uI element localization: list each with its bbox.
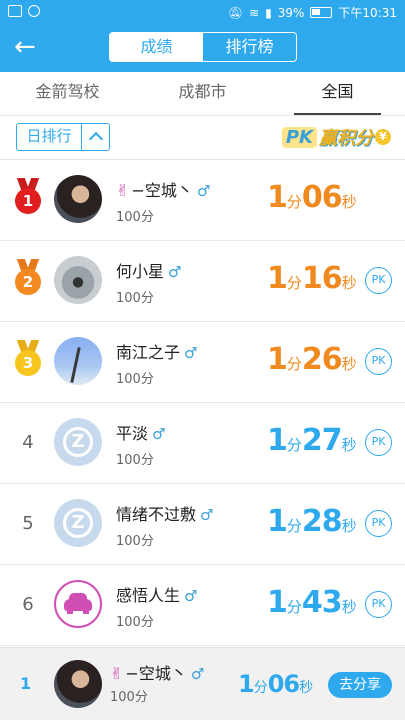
signal-icon: ▮ <box>265 5 272 20</box>
default-avatar-icon: Z <box>63 427 93 457</box>
male-icon: ♂ <box>168 263 182 281</box>
exam-time: 1分26秒 <box>267 342 357 377</box>
my-rank: 1 <box>20 674 32 693</box>
battery-icon <box>310 7 333 18</box>
silver-medal-icon: 2 <box>13 259 43 299</box>
list-item[interactable]: 5 Z 情绪不过敷 ♂ 100分 1分28秒 PK <box>0 484 405 565</box>
app-bar: ← 成绩 排行榜 <box>0 24 405 72</box>
back-arrow-icon[interactable]: ← <box>14 34 46 62</box>
my-ranking-bar: 1 ✌ −空城丶 ♂ 100分 1分06秒 去分享 <box>0 647 405 720</box>
exam-time: 1分06秒 <box>267 180 357 215</box>
exam-time: 1分27秒 <box>267 423 357 458</box>
my-score: 100分 <box>110 690 148 705</box>
avatar[interactable] <box>54 256 102 304</box>
gallery-icon <box>8 5 22 17</box>
list-item[interactable]: 2 何小星 ♂ 100分 1分16秒 PK <box>0 241 405 322</box>
region-tabs: 金箭驾校 成都市 全国 <box>0 72 405 116</box>
my-exam-time: 1分06秒 <box>238 670 314 698</box>
status-bar: 🔕︎ ≋ ▮ 39% 下午10:31 <box>0 0 405 24</box>
leaderboard-list: 1 ✌ −空城丶 ♂ 100分 1分06秒 2 何小星 ♂ 100分 1分16秒 PK… <box>0 160 405 646</box>
user-name: 感悟人生 ♂ <box>116 586 198 605</box>
list-item[interactable]: 6 感悟人生 ♂ 100分 1分43秒 PK <box>0 565 405 646</box>
peace-emoji: ✌ <box>116 181 130 200</box>
exam-time: 1分43秒 <box>267 585 357 620</box>
pk-button[interactable]: PK <box>365 429 392 456</box>
notification-icon <box>28 5 40 17</box>
list-item[interactable]: 3 南江之子 ♂ 100分 1分26秒 PK <box>0 322 405 403</box>
pk-logo-text: PK <box>281 126 317 148</box>
score: 100分 <box>116 372 154 387</box>
male-icon: ♂ <box>200 506 214 524</box>
coin-icon: ¥ <box>375 129 391 145</box>
user-name: 南江之子 ♂ <box>116 343 198 362</box>
pk-win-points-banner[interactable]: PK 赢积分 ¥ <box>281 122 391 152</box>
daily-ranking-dropdown[interactable]: 日排行 <box>16 123 110 151</box>
mute-icon: 🔕︎ <box>227 5 244 20</box>
pk-button[interactable]: PK <box>365 591 392 618</box>
user-name: 情绪不过敷 ♂ <box>116 505 214 524</box>
score: 100分 <box>116 291 154 306</box>
rank-number: 5 <box>22 513 34 534</box>
pk-button[interactable]: PK <box>365 510 392 537</box>
my-name: ✌ −空城丶 ♂ <box>110 664 205 683</box>
rank-number: 4 <box>22 432 34 453</box>
bronze-medal-icon: 3 <box>13 340 43 380</box>
rank-medal: 3 <box>10 340 46 384</box>
gold-medal-icon: 1 <box>13 178 43 218</box>
segmented-control: 成绩 排行榜 <box>109 32 297 62</box>
list-item[interactable]: 4 Z 平淡 ♂ 100分 1分27秒 PK <box>0 403 405 484</box>
battery-percent: 39% <box>277 5 305 20</box>
user-name: 平淡 ♂ <box>116 424 166 443</box>
pk-button[interactable]: PK <box>365 267 392 294</box>
rank-number: 6 <box>22 594 34 615</box>
score: 100分 <box>116 534 154 549</box>
pk-button[interactable]: PK <box>365 348 392 375</box>
default-avatar[interactable]: Z <box>54 499 102 547</box>
share-button[interactable]: 去分享 <box>328 672 392 698</box>
male-icon: ♂ <box>190 665 205 683</box>
list-item[interactable]: 1 ✌ −空城丶 ♂ 100分 1分06秒 <box>0 160 405 241</box>
default-avatar-icon: Z <box>63 508 93 538</box>
car-icon <box>64 593 92 614</box>
score: 100分 <box>116 453 154 468</box>
male-icon: ♂ <box>196 182 211 200</box>
avatar[interactable] <box>54 175 102 223</box>
male-icon: ♂ <box>152 425 166 443</box>
car-avatar[interactable] <box>54 580 102 628</box>
win-points-text: 赢积分 <box>319 128 373 149</box>
tab-leaderboard[interactable]: 排行榜 <box>203 33 296 61</box>
tab-scores[interactable]: 成绩 <box>110 33 203 61</box>
user-name: ✌ −空城丶 ♂ <box>116 181 211 200</box>
score: 100分 <box>116 210 154 225</box>
exam-time: 1分16秒 <box>267 261 357 296</box>
user-name: 何小星 ♂ <box>116 262 182 281</box>
clock: 下午10:31 <box>338 6 397 20</box>
my-avatar[interactable] <box>54 660 102 708</box>
score: 100分 <box>116 615 154 630</box>
tab-national[interactable]: 全国 <box>270 72 405 115</box>
dropdown-label: 日排行 <box>26 127 72 145</box>
peace-emoji: ✌ <box>110 664 124 683</box>
rank-medal: 2 <box>10 259 46 303</box>
exam-time: 1分28秒 <box>267 504 357 539</box>
filter-row: 日排行 PK 赢积分 ¥ <box>0 116 405 160</box>
rank-medal: 1 <box>10 178 46 222</box>
wifi-icon: ≋ <box>249 5 260 20</box>
tab-city[interactable]: 成都市 <box>135 72 270 115</box>
default-avatar[interactable]: Z <box>54 418 102 466</box>
male-icon: ♂ <box>184 344 198 362</box>
avatar[interactable] <box>54 337 102 385</box>
male-icon: ♂ <box>184 587 198 605</box>
chevron-up-icon <box>81 124 109 150</box>
tab-driving-school[interactable]: 金箭驾校 <box>0 72 135 115</box>
